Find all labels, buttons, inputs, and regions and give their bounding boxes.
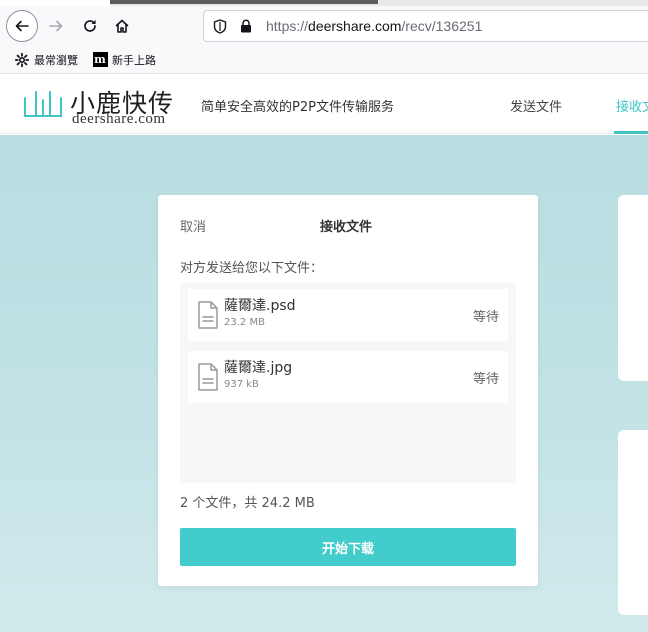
nav-active-indicator xyxy=(614,131,648,134)
tab-indicator xyxy=(110,0,378,4)
bookmark-label: 新手上路 xyxy=(112,53,156,67)
bookmark-getting-started[interactable]: m 新手上路 xyxy=(92,52,156,68)
medium-icon: m xyxy=(92,52,108,67)
shield-icon[interactable] xyxy=(210,16,230,36)
back-button[interactable] xyxy=(6,10,38,42)
site-logo[interactable]: 小鹿快传 deershare.com xyxy=(22,86,192,127)
site-header: 小鹿快传 deershare.com 简单安全高效的P2P文件传输服务 发送文件… xyxy=(0,74,648,134)
forward-button[interactable] xyxy=(40,10,72,42)
reload-button[interactable] xyxy=(74,10,106,42)
card-title: 接收文件 xyxy=(320,220,373,235)
home-icon xyxy=(115,19,129,33)
start-download-button[interactable]: 开始下载 xyxy=(180,528,516,566)
bookmark-label: 最常瀏覽 xyxy=(34,53,78,67)
url-scheme: https:// xyxy=(266,18,309,34)
url-path: /recv/136251 xyxy=(401,18,483,34)
url-host: deershare.com xyxy=(308,18,402,34)
home-button[interactable] xyxy=(106,10,138,42)
file-status: 等待 xyxy=(472,310,499,325)
file-icon xyxy=(198,363,218,391)
main-area: 取消 接收文件 对方发送给您以下文件： 薩爾達.psd 23.2 MB 等待 薩… xyxy=(0,135,648,632)
address-bar[interactable]: https://deershare.com/recv/136251 xyxy=(203,10,648,42)
nav-receive-files[interactable]: 接收文 xyxy=(616,96,648,115)
site-slogan: 简单安全高效的P2P文件传输服务 xyxy=(201,100,394,115)
file-size: 937 kB xyxy=(224,379,259,390)
cancel-button[interactable]: 取消 xyxy=(180,216,206,235)
file-name: 薩爾達.jpg xyxy=(224,360,293,376)
file-item[interactable]: 薩爾達.psd 23.2 MB 等待 xyxy=(188,289,508,341)
file-list[interactable]: 薩爾達.psd 23.2 MB 等待 薩爾達.jpg 937 kB 等待 xyxy=(180,283,516,483)
antler-logo-icon xyxy=(24,91,62,117)
arrow-left-icon xyxy=(15,20,29,32)
file-name: 薩爾達.psd xyxy=(224,298,296,314)
side-card xyxy=(618,430,648,615)
url-text[interactable]: https://deershare.com/recv/136251 xyxy=(266,18,482,34)
file-icon xyxy=(198,301,218,329)
side-card xyxy=(618,195,648,381)
file-status: 等待 xyxy=(472,372,499,387)
file-size: 23.2 MB xyxy=(224,317,265,328)
arrow-right-icon xyxy=(49,20,63,32)
bookmark-most-visited[interactable]: 最常瀏覽 xyxy=(14,52,78,68)
logo-domain: deershare.com xyxy=(72,111,166,127)
files-summary: 2 个文件，共 24.2 MB xyxy=(180,496,315,511)
receive-card: 取消 接收文件 对方发送给您以下文件： 薩爾達.psd 23.2 MB 等待 薩… xyxy=(158,195,538,586)
gear-icon xyxy=(14,52,30,68)
bookmarks-bar: 最常瀏覽 m 新手上路 xyxy=(0,46,648,74)
browser-toolbar: https://deershare.com/recv/136251 xyxy=(0,6,648,46)
lock-icon[interactable] xyxy=(236,16,256,36)
reload-icon xyxy=(84,20,96,32)
file-item[interactable]: 薩爾達.jpg 937 kB 等待 xyxy=(188,351,508,403)
intro-text: 对方发送给您以下文件： xyxy=(180,261,324,276)
nav-send-files[interactable]: 发送文件 xyxy=(510,96,562,115)
